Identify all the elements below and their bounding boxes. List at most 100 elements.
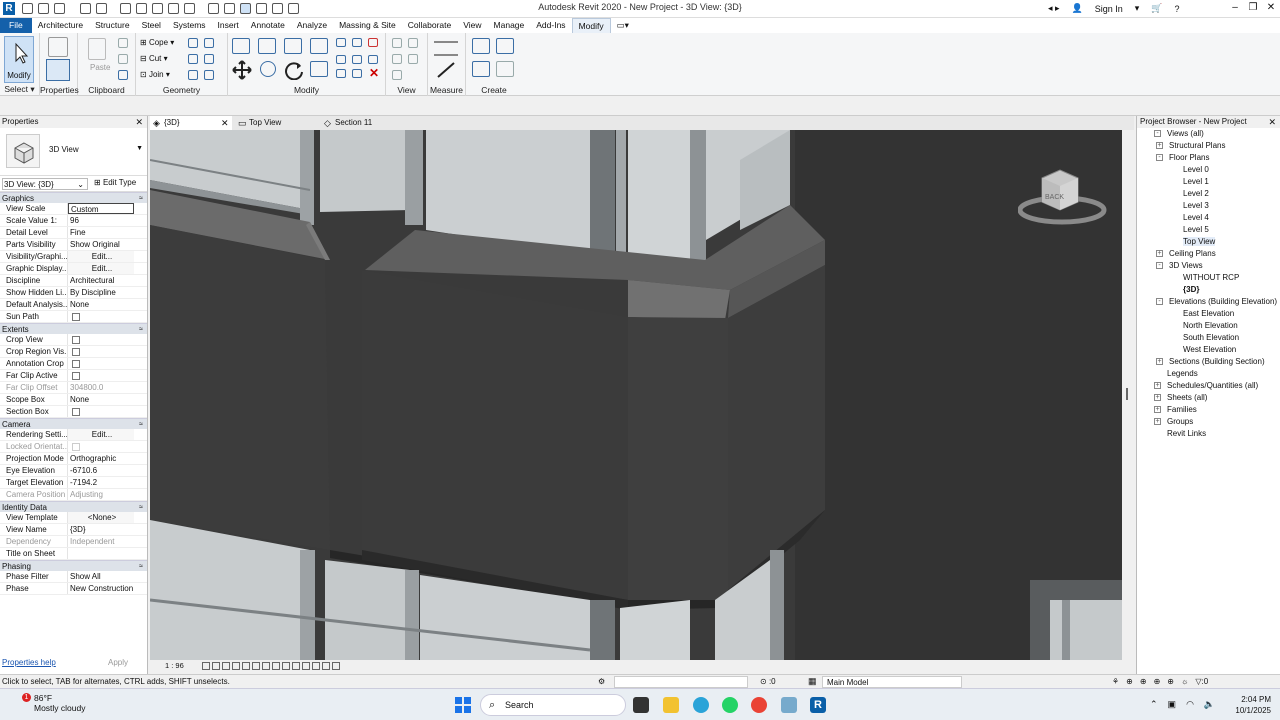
type-dropdown-icon[interactable]: ▼ [136, 145, 143, 152]
nav-arrows-icon[interactable]: ◂ ▸ [1048, 3, 1060, 14]
shadows-icon[interactable] [232, 662, 240, 670]
unpin-icon[interactable] [368, 38, 378, 47]
property-value[interactable] [68, 406, 134, 417]
expand-node-icon[interactable]: + [1154, 406, 1161, 413]
property-value[interactable] [68, 311, 134, 322]
highlight-displacement-icon[interactable] [322, 662, 330, 670]
properties-help-link[interactable]: Properties help [2, 658, 56, 667]
section-phasing[interactable]: Phasing ≈ [0, 560, 147, 571]
workset-select[interactable] [614, 676, 748, 688]
whatsapp-icon[interactable] [722, 697, 738, 713]
delete-icon[interactable]: ✕ [369, 66, 379, 80]
browser-item[interactable]: Top View [1183, 237, 1216, 246]
property-value[interactable]: Show All [68, 571, 134, 582]
select-dropdown[interactable]: Select ▾ [0, 84, 39, 95]
temp-hide-icon[interactable] [282, 662, 290, 670]
property-value[interactable]: 96 [68, 215, 134, 226]
lock-view-icon[interactable] [272, 662, 280, 670]
tab-annotate[interactable]: Annotate [245, 18, 291, 33]
3d-viewport[interactable]: BACK [150, 130, 1122, 660]
tab-steel[interactable]: Steel [136, 18, 167, 33]
property-value[interactable]: Orthographic [68, 453, 134, 464]
pin-icon[interactable] [368, 55, 378, 64]
cut-geometry-button[interactable]: ⊟ Cut ▾ [140, 54, 168, 63]
tray-chevron-icon[interactable]: ⌃ [1150, 699, 1158, 710]
expand-node-icon[interactable]: + [1154, 382, 1161, 389]
tab-collaborate[interactable]: Collaborate [402, 18, 457, 33]
hide-icon[interactable] [392, 38, 402, 48]
trim-single-icon[interactable] [336, 69, 346, 78]
viewcube-face[interactable]: BACK [1045, 194, 1064, 201]
background-process-icon[interactable]: ☼ [1181, 677, 1188, 686]
browser-item[interactable]: South Elevation [1183, 333, 1239, 342]
section-identity-data[interactable]: Identity Data ≈ [0, 501, 147, 512]
property-checkbox[interactable] [72, 336, 80, 344]
tray-app-icon[interactable]: ▣ [1168, 699, 1177, 710]
tab-file[interactable]: File [0, 18, 32, 33]
override-icon[interactable] [408, 38, 418, 48]
edit-type-button[interactable]: ⊞ Edit Type [94, 178, 136, 187]
collapse-node-icon[interactable]: - [1156, 154, 1163, 161]
weather-widget[interactable]: 1 86°F Mostly cloudy [14, 693, 86, 713]
properties-icon[interactable] [46, 59, 70, 81]
close-icon[interactable]: ✕ [1262, 0, 1280, 17]
property-value[interactable]: {3D} [68, 524, 134, 535]
browser-item[interactable]: - Floor Plans [1156, 153, 1209, 162]
section-extents[interactable]: Extents ≈ [0, 323, 147, 334]
collapse-icon[interactable]: ≈ [139, 502, 143, 513]
property-value[interactable]: Edit... [68, 429, 134, 440]
move-icon[interactable] [232, 60, 252, 80]
property-value[interactable]: Architectural [68, 275, 134, 286]
browser-item[interactable]: WITHOUT RCP [1183, 273, 1239, 282]
measure-along-icon[interactable] [434, 54, 458, 56]
tab-structure[interactable]: Structure [89, 18, 136, 33]
close-properties-icon[interactable]: ✕ [135, 116, 143, 128]
browser-item[interactable]: {3D} [1183, 285, 1199, 294]
tab-systems[interactable]: Systems [167, 18, 212, 33]
property-value[interactable] [68, 334, 134, 345]
expand-node-icon[interactable]: + [1156, 358, 1163, 365]
split-icon[interactable] [336, 38, 346, 47]
tab-section-11[interactable]: ◇ Section 11 [321, 116, 411, 130]
expand-node-icon[interactable]: + [1154, 418, 1161, 425]
create-group-icon[interactable] [472, 61, 490, 77]
select-links-icon[interactable]: ⚘ [1112, 677, 1119, 686]
browser-item[interactable]: Level 2 [1183, 189, 1209, 198]
property-value[interactable]: None [68, 299, 134, 310]
close-tab-icon[interactable]: ✕ [221, 116, 229, 130]
expand-node-icon[interactable]: + [1156, 142, 1163, 149]
browser-item[interactable]: + Sections (Building Section) [1156, 357, 1265, 366]
task-view-icon[interactable] [633, 697, 649, 713]
dimension-tool-icon[interactable] [436, 61, 458, 79]
windows-start-icon[interactable] [455, 697, 471, 713]
view-scale[interactable]: 1 : 96 [165, 661, 184, 670]
create-similar-icon[interactable] [496, 61, 514, 77]
tab-top-view[interactable]: ▭ Top View [235, 116, 321, 130]
measure-between-icon[interactable] [434, 41, 458, 43]
browser-item[interactable]: Level 1 [1183, 177, 1209, 186]
browser-item[interactable]: - Views (all) [1154, 129, 1204, 138]
linework-icon[interactable] [392, 54, 402, 64]
property-value[interactable]: By Discipline [68, 287, 134, 298]
wall-join-icon[interactable] [188, 38, 198, 48]
collapse-node-icon[interactable]: - [1154, 130, 1161, 137]
paste-icon[interactable] [88, 38, 106, 60]
wifi-icon[interactable]: ◠ [1186, 699, 1194, 710]
browser-item[interactable]: North Elevation [1183, 321, 1238, 330]
browser-item[interactable]: Level 5 [1183, 225, 1209, 234]
worksets-icon[interactable]: ⚙ [598, 677, 605, 686]
revit-taskbar-icon[interactable]: R [810, 697, 826, 713]
section-graphics[interactable]: Graphics ≈ [0, 192, 147, 203]
apply-button[interactable]: Apply [108, 658, 128, 667]
collapse-icon[interactable]: ≈ [139, 561, 143, 572]
viewcube[interactable]: BACK [1017, 166, 1110, 226]
render-icon[interactable] [242, 662, 250, 670]
tab-3d[interactable]: ◈ {3D} ✕ [150, 116, 232, 130]
browser-item[interactable]: Level 4 [1183, 213, 1209, 222]
property-value[interactable]: 304800.0 [68, 382, 134, 393]
section-camera[interactable]: Camera ≈ [0, 418, 147, 429]
match-properties-icon[interactable] [118, 70, 128, 80]
remove-paint-icon[interactable] [204, 70, 214, 80]
select-pinned-icon[interactable]: ⊕ [1140, 677, 1147, 686]
type-selector[interactable]: 3D View ▼ [0, 128, 147, 176]
